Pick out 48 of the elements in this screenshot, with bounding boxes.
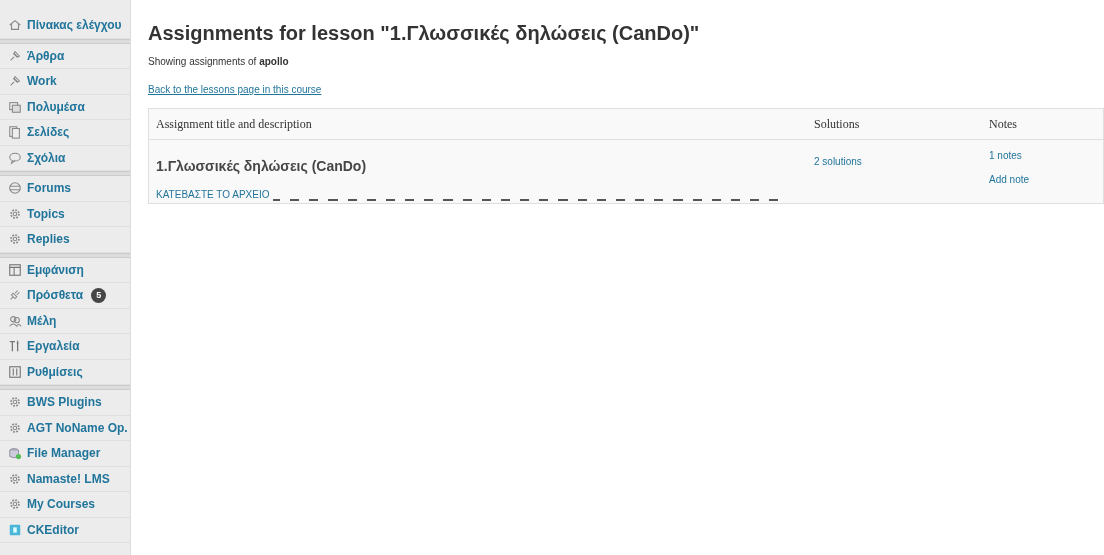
menu-icon xyxy=(8,99,22,114)
sidebar-item[interactable]: Topics xyxy=(0,201,130,227)
sidebar-item[interactable]: Πολυμέσα xyxy=(0,94,130,120)
download-link[interactable]: ΚΑΤΕΒΑΣΤΕ ΤΟ ΑΡΧΕΙΟ xyxy=(156,187,270,202)
sidebar-item[interactable]: Εργαλεία xyxy=(0,334,130,360)
sidebar-item[interactable]: Replies xyxy=(0,227,130,253)
sidebar-item[interactable]: Εμφάνιση xyxy=(0,257,130,283)
menu-icon xyxy=(8,206,22,221)
menu-icon xyxy=(8,471,22,486)
menu-icon xyxy=(8,497,22,512)
solutions-link[interactable]: 2 solutions xyxy=(814,156,862,167)
page-title: Assignments for lesson "1.Γλωσσικές δηλώσεις (CanDo)" xyxy=(148,21,701,46)
menu-icon xyxy=(8,313,22,328)
sidebar-item[interactable]: Μέλη xyxy=(0,308,130,334)
sidebar-item[interactable]: AGT NoName Op. xyxy=(0,415,130,441)
sidebar-item[interactable]: Πίνακας ελέγχου xyxy=(0,13,130,39)
assignment-title: 1.Γλωσσικές δηλώσεις (CanDo) xyxy=(156,157,368,176)
menu-icon xyxy=(8,446,22,461)
menu-icon xyxy=(8,420,22,435)
menu-icon xyxy=(8,150,22,165)
sidebar-item[interactable]: Σελίδες xyxy=(0,120,130,146)
subtitle: Showing assignments of apollo xyxy=(148,55,290,69)
menu-icon xyxy=(8,18,22,33)
add-note-link[interactable]: Add note xyxy=(989,172,1030,187)
column-header: Notes xyxy=(989,117,1017,131)
notes-link[interactable]: 1 notes xyxy=(989,148,1022,163)
back-link[interactable]: Back to the lessons page in this course xyxy=(148,82,322,97)
sidebar-item[interactable]: CKEditor xyxy=(0,517,130,543)
count-badge: 5 xyxy=(91,287,107,303)
sidebar-item[interactable]: Forums xyxy=(0,176,130,202)
menu-icon xyxy=(8,364,22,379)
menu-icon xyxy=(8,125,22,140)
sidebar-item[interactable]: Άρθρα xyxy=(0,43,130,69)
menu-icon xyxy=(8,232,22,247)
menu-icon xyxy=(8,48,22,63)
sidebar-item[interactable]: Πρόσθετα 5 xyxy=(0,283,130,309)
sidebar-item[interactable]: My Courses xyxy=(0,492,130,518)
sidebar-item[interactable]: File Manager xyxy=(0,441,130,467)
menu-icon xyxy=(8,262,22,277)
sidebar-item[interactable]: Namaste! LMS xyxy=(0,466,130,492)
menu-icon xyxy=(8,522,22,537)
menu-icon xyxy=(8,395,22,410)
menu-icon xyxy=(8,181,22,196)
column-header: Assignment title and description xyxy=(156,117,312,131)
menu-icon xyxy=(8,339,22,354)
column-header: Solutions xyxy=(814,117,860,131)
sidebar-item[interactable]: BWS Plugins xyxy=(0,390,130,416)
sidebar-item[interactable]: Work xyxy=(0,69,130,95)
